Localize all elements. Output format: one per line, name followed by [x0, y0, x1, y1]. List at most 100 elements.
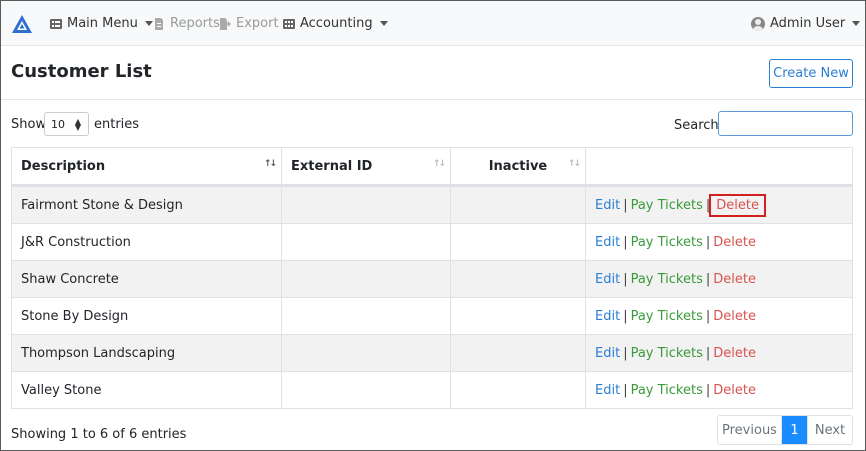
sort-icon: ↑↓	[263, 159, 277, 169]
edit-link[interactable]: Edit	[595, 235, 620, 250]
delete-link[interactable]: Delete	[709, 193, 766, 217]
action-separator: |	[623, 271, 628, 287]
table-row: J&R Construction Edit | Pay Tickets | De…	[12, 223, 852, 260]
table-row: Thompson Landscaping Edit | Pay Tickets …	[12, 334, 852, 371]
action-separator: |	[623, 308, 628, 324]
action-separator: |	[705, 197, 711, 213]
pay-tickets-link[interactable]: Pay Tickets	[631, 272, 703, 287]
nav-reports[interactable]: Reports	[153, 1, 220, 46]
cell-description: Shaw Concrete	[12, 261, 282, 297]
cell-external-id	[282, 298, 451, 334]
edit-link[interactable]: Edit	[595, 198, 620, 213]
create-new-button[interactable]: Create New	[769, 59, 853, 88]
pagination: Previous 1 Next	[717, 415, 853, 445]
column-header-inactive[interactable]: Inactive ↑↓	[451, 148, 586, 185]
pay-tickets-link[interactable]: Pay Tickets	[631, 198, 703, 213]
cell-external-id	[282, 335, 451, 371]
column-header-description[interactable]: Description ↑↓	[12, 148, 282, 185]
cell-actions: Edit | Pay Tickets | Delete	[586, 187, 852, 223]
menu-icon	[50, 18, 62, 29]
pay-tickets-link[interactable]: Pay Tickets	[631, 235, 703, 250]
user-avatar-icon	[751, 16, 765, 31]
nav-main-menu-label: Main Menu	[67, 16, 138, 31]
cell-actions: Edit | Pay Tickets | Delete	[586, 224, 852, 260]
column-header-actions	[586, 148, 852, 185]
delete-link[interactable]: Delete	[713, 383, 756, 398]
report-icon	[155, 17, 163, 30]
delete-link[interactable]: Delete	[713, 235, 756, 250]
action-separator: |	[623, 234, 628, 250]
page-title: Customer List	[11, 61, 152, 82]
export-icon	[220, 17, 231, 30]
app-window: Main Menu Reports Export Accounting Admi…	[0, 0, 866, 451]
nav-accounting[interactable]: Accounting	[283, 1, 388, 46]
nav-reports-label: Reports	[170, 16, 220, 31]
action-separator: |	[623, 345, 628, 361]
page-1-button[interactable]: 1	[782, 416, 808, 444]
cell-actions: Edit | Pay Tickets | Delete	[586, 261, 852, 297]
edit-link[interactable]: Edit	[595, 309, 620, 324]
chevron-down-icon	[379, 21, 388, 26]
action-separator: |	[705, 271, 711, 287]
table-row: Fairmont Stone & Design Edit | Pay Ticke…	[12, 186, 852, 223]
entries-per-page-select[interactable]: 10 ▲ ▼	[44, 112, 89, 136]
cell-inactive	[451, 261, 586, 297]
column-header-external-id[interactable]: External ID ↑↓	[282, 148, 451, 185]
cell-inactive	[451, 372, 586, 408]
chevron-down-icon	[852, 21, 861, 26]
cell-external-id	[282, 372, 451, 408]
table-row: Valley Stone Edit | Pay Tickets | Delete	[12, 371, 852, 408]
nav-user-menu[interactable]: Admin User	[751, 1, 861, 46]
table-row: Shaw Concrete Edit | Pay Tickets | Delet…	[12, 260, 852, 297]
edit-link[interactable]: Edit	[595, 272, 620, 287]
action-separator: |	[705, 382, 711, 398]
delete-link[interactable]: Delete	[713, 346, 756, 361]
action-separator: |	[705, 308, 711, 324]
table-info: Showing 1 to 6 of 6 entries	[11, 427, 187, 442]
edit-link[interactable]: Edit	[595, 383, 620, 398]
previous-page-button[interactable]: Previous	[718, 416, 782, 444]
action-separator: |	[705, 234, 711, 250]
sort-icon: ↑↓	[567, 159, 581, 169]
cell-description: J&R Construction	[12, 224, 282, 260]
entries-per-page-value: 10	[51, 117, 65, 131]
cell-actions: Edit | Pay Tickets | Delete	[586, 335, 852, 371]
calculator-icon	[283, 18, 295, 29]
pay-tickets-link[interactable]: Pay Tickets	[631, 383, 703, 398]
action-separator: |	[705, 345, 711, 361]
top-navbar: Main Menu Reports Export Accounting Admi…	[1, 1, 865, 46]
pay-tickets-link[interactable]: Pay Tickets	[631, 346, 703, 361]
delete-link[interactable]: Delete	[713, 309, 756, 324]
cell-external-id	[282, 261, 451, 297]
nav-main-menu[interactable]: Main Menu	[50, 1, 153, 46]
cell-description: Thompson Landscaping	[12, 335, 282, 371]
sort-icon: ↑↓	[432, 159, 446, 169]
cell-description: Stone By Design	[12, 298, 282, 334]
column-header-label: Inactive	[488, 159, 548, 174]
header-divider	[1, 99, 865, 100]
edit-link[interactable]: Edit	[595, 346, 620, 361]
show-label: Show	[11, 117, 47, 132]
table-header-row: Description ↑↓ External ID ↑↓ Inactive ↑…	[12, 148, 852, 186]
cell-description: Fairmont Stone & Design	[12, 187, 282, 223]
entries-label: entries	[94, 117, 140, 132]
brand-logo[interactable]	[11, 14, 33, 34]
customer-table: Description ↑↓ External ID ↑↓ Inactive ↑…	[11, 147, 853, 409]
chevron-down-icon	[144, 21, 153, 26]
nav-export[interactable]: Export	[219, 1, 279, 46]
cell-inactive	[451, 335, 586, 371]
nav-user-label: Admin User	[770, 16, 846, 31]
cell-inactive	[451, 298, 586, 334]
cell-external-id	[282, 187, 451, 223]
column-header-label: External ID	[291, 159, 373, 174]
cell-description: Valley Stone	[12, 372, 282, 408]
search-input[interactable]	[718, 111, 853, 136]
action-separator: |	[623, 197, 628, 213]
select-arrows-icon: ▲ ▼	[74, 117, 81, 132]
column-header-label: Description	[21, 159, 106, 174]
delete-link[interactable]: Delete	[713, 272, 756, 287]
pay-tickets-link[interactable]: Pay Tickets	[631, 309, 703, 324]
next-page-button[interactable]: Next	[808, 416, 852, 444]
cell-external-id	[282, 224, 451, 260]
search-label: Search:	[674, 118, 724, 133]
